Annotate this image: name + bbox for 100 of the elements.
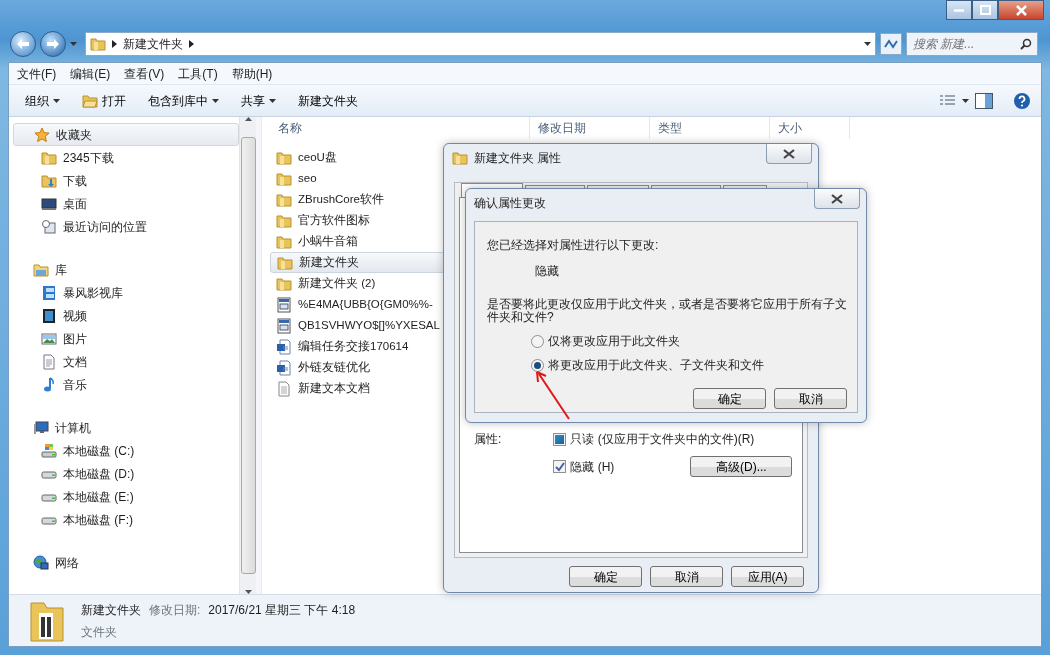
close-button[interactable] [766, 144, 812, 164]
nav-item[interactable]: 收藏夹 [13, 123, 239, 146]
date-value: 2017/6/21 星期三 下午 4:18 [208, 601, 356, 619]
folder-icon [276, 233, 292, 250]
menu-item[interactable]: 工具(T) [178, 64, 218, 83]
menu-item[interactable]: 文件(F) [17, 64, 57, 83]
radio-button[interactable] [531, 334, 544, 348]
breadcrumb-item[interactable]: 新建文件夹 [123, 34, 183, 53]
minimize-icon [954, 8, 964, 12]
folder-icon [41, 149, 57, 166]
chevron-icon [112, 39, 117, 48]
nav-item[interactable]: 本地磁盘 (D:) [13, 462, 239, 485]
dialog-button[interactable]: 取消 [774, 388, 847, 410]
column-header[interactable]: 类型 [650, 117, 770, 139]
dialog-title: 新建文件夹 属性 [474, 150, 562, 167]
radio-button[interactable] [531, 358, 544, 372]
nav-item[interactable]: 桌面 [13, 192, 239, 215]
music-note-icon [41, 376, 57, 393]
dialog-button[interactable]: 确定 [693, 388, 766, 410]
close-button[interactable] [998, 0, 1044, 20]
close-button[interactable] [814, 189, 860, 209]
film-icon [41, 307, 57, 324]
nav-item[interactable]: 2345下载 [13, 146, 239, 169]
checkbox[interactable] [553, 460, 567, 473]
word-document-icon [276, 338, 292, 355]
dialog-button[interactable]: 确定 [569, 566, 642, 587]
back-button[interactable] [10, 30, 36, 57]
nav-item[interactable]: 音乐 [13, 373, 239, 396]
file-item[interactable]: 新建文本文档 [270, 378, 450, 399]
toolbar-button[interactable]: 共享 [233, 89, 284, 112]
film-strip-icon [41, 284, 57, 301]
file-item[interactable]: 小蜗牛音箱 [270, 231, 450, 252]
menu-item[interactable]: 帮助(H) [231, 64, 273, 83]
text-file-icon [276, 380, 292, 397]
close-icon [830, 193, 844, 204]
dialog-button[interactable]: 取消 [650, 566, 723, 587]
toolbar-button[interactable]: 打开 [74, 89, 134, 112]
radio-label[interactable]: 将更改应用于此文件夹、子文件夹和文件 [548, 356, 764, 375]
checkbox-label[interactable]: 隐藏 (H) [570, 457, 615, 476]
chevron-icon [189, 39, 194, 48]
column-header[interactable]: 大小 [770, 117, 850, 139]
close-icon [782, 148, 796, 159]
maximize-button[interactable] [972, 0, 998, 20]
file-item[interactable]: 新建文件夹 (2) [270, 273, 450, 294]
caret-icon [269, 98, 276, 103]
file-item[interactable]: ceoU盘 [270, 147, 450, 168]
preview-pane-icon[interactable] [975, 92, 993, 109]
nav-item[interactable]: 网络 [13, 551, 239, 574]
nav-item[interactable]: 图片 [13, 327, 239, 350]
web-file-icon [276, 317, 292, 334]
checkbox-label[interactable]: 只读 (仅应用于文件夹中的文件)(R) [570, 430, 755, 448]
nav-item[interactable]: 文档 [13, 350, 239, 373]
dialog-button[interactable]: 应用(A) [731, 566, 804, 587]
folder-icon [90, 35, 106, 52]
dialog-title: 确认属性更改 [474, 195, 546, 212]
menu-item[interactable]: 编辑(E) [70, 64, 111, 83]
caret-icon [70, 41, 77, 46]
file-item[interactable]: ZBrushCore软件 [270, 189, 450, 210]
web-file-icon [276, 296, 292, 313]
monitor-icon [41, 195, 57, 212]
help-icon[interactable] [1013, 91, 1031, 110]
nav-item[interactable]: 本地磁盘 (F:) [13, 508, 239, 531]
toolbar-button[interactable]: 组织 [17, 89, 68, 112]
nav-item[interactable]: 暴风影视库 [13, 281, 239, 304]
nav-item[interactable]: 计算机 [13, 416, 239, 439]
nav-item[interactable]: 视频 [13, 304, 239, 327]
folder-icon [276, 170, 292, 187]
caret-icon [53, 98, 60, 103]
nav-item[interactable]: 本地磁盘 (C:) [13, 439, 239, 462]
document-icon [41, 353, 57, 370]
file-item[interactable]: seo [270, 168, 450, 189]
radio-label[interactable]: 仅将更改应用于此文件夹 [548, 332, 680, 351]
arrow-left-icon [16, 37, 30, 50]
file-item[interactable]: 编辑任务交接170614 [270, 336, 450, 357]
file-item[interactable]: 外链友链优化 [270, 357, 450, 378]
column-header[interactable]: 修改日期 [530, 117, 650, 139]
change-text: 隐藏 [535, 263, 560, 280]
toolbar-button[interactable]: 包含到库中 [140, 89, 227, 112]
search-field[interactable]: 搜索 新建... [906, 31, 1038, 56]
attributes-label: 属性: [474, 431, 502, 448]
nav-item[interactable]: 最近访问的位置 [13, 215, 239, 238]
scrollbar-thumb[interactable] [240, 137, 256, 574]
nav-item[interactable]: 本地磁盘 (E:) [13, 485, 239, 508]
date-label: 修改日期: [149, 601, 201, 619]
column-header[interactable]: 名称 [270, 117, 530, 139]
nav-item[interactable]: 下载 [13, 169, 239, 192]
folder-icon [276, 191, 292, 208]
file-item[interactable]: %E4MA{UBB{O{GM0%%- [270, 294, 450, 315]
toolbar-button[interactable]: 新建文件夹 [290, 89, 366, 112]
advanced-button[interactable]: 高级(D)... [690, 456, 793, 477]
forward-button[interactable] [40, 30, 66, 57]
menu-item[interactable]: 查看(V) [124, 64, 165, 83]
nav-item[interactable]: 库 [13, 258, 239, 281]
open-folder-icon [82, 92, 98, 109]
download-folder-icon [41, 172, 57, 189]
address-bar[interactable]: 新建文件夹 [85, 31, 876, 56]
minimize-button[interactable] [946, 0, 972, 20]
file-item[interactable]: 官方软件图标 [270, 210, 450, 231]
file-item[interactable]: QB1SVHWYO$[]%YXESAL [270, 315, 450, 336]
item-type: 文件夹 [81, 623, 118, 641]
